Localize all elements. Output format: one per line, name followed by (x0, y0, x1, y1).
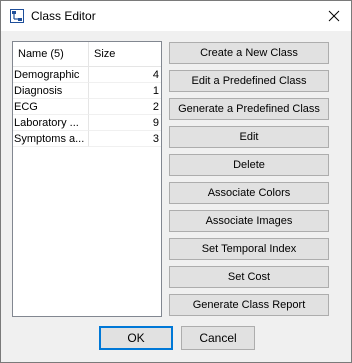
associate-images-button[interactable]: Associate Images (169, 210, 329, 232)
table-row[interactable]: Laboratory ... 9 (13, 115, 161, 131)
cell-size: 2 (89, 99, 161, 115)
delete-button[interactable]: Delete (169, 154, 329, 176)
cell-name: Laboratory ... (13, 115, 89, 131)
title-bar: Class Editor (1, 1, 351, 31)
cell-size: 4 (89, 67, 161, 83)
close-button[interactable] (323, 5, 345, 27)
cell-name: Diagnosis (13, 83, 89, 99)
ok-button[interactable]: OK (99, 326, 173, 350)
create-new-class-button[interactable]: Create a New Class (169, 42, 329, 64)
cell-name: Symptoms a... (13, 131, 89, 147)
cell-size: 1 (89, 83, 161, 99)
cell-name: ECG (13, 99, 89, 115)
generate-class-report-button[interactable]: Generate Class Report (169, 294, 329, 316)
table-row[interactable]: Demographic 4 (13, 67, 161, 83)
set-temporal-index-button[interactable]: Set Temporal Index (169, 238, 329, 260)
cell-size: 3 (89, 131, 161, 147)
cell-name: Demographic (13, 67, 89, 83)
edit-predefined-class-button[interactable]: Edit a Predefined Class (169, 70, 329, 92)
class-editor-icon (10, 9, 24, 23)
generate-predefined-class-button[interactable]: Generate a Predefined Class (169, 98, 329, 120)
table-row[interactable]: Symptoms a... 3 (13, 131, 161, 147)
edit-button[interactable]: Edit (169, 126, 329, 148)
class-editor-window: Class Editor Name (5) Size Demographic 4… (0, 0, 352, 363)
table-header: Name (5) Size (13, 42, 161, 67)
cancel-button[interactable]: Cancel (181, 326, 255, 350)
table-row[interactable]: Diagnosis 1 (13, 83, 161, 99)
column-header-size[interactable]: Size (89, 42, 161, 66)
set-cost-button[interactable]: Set Cost (169, 266, 329, 288)
close-icon (328, 10, 340, 22)
class-table[interactable]: Name (5) Size Demographic 4 Diagnosis 1 … (12, 41, 162, 317)
window-title: Class Editor (31, 9, 96, 23)
associate-colors-button[interactable]: Associate Colors (169, 182, 329, 204)
table-row[interactable]: ECG 2 (13, 99, 161, 115)
cell-size: 9 (89, 115, 161, 131)
column-header-name[interactable]: Name (5) (13, 42, 89, 66)
